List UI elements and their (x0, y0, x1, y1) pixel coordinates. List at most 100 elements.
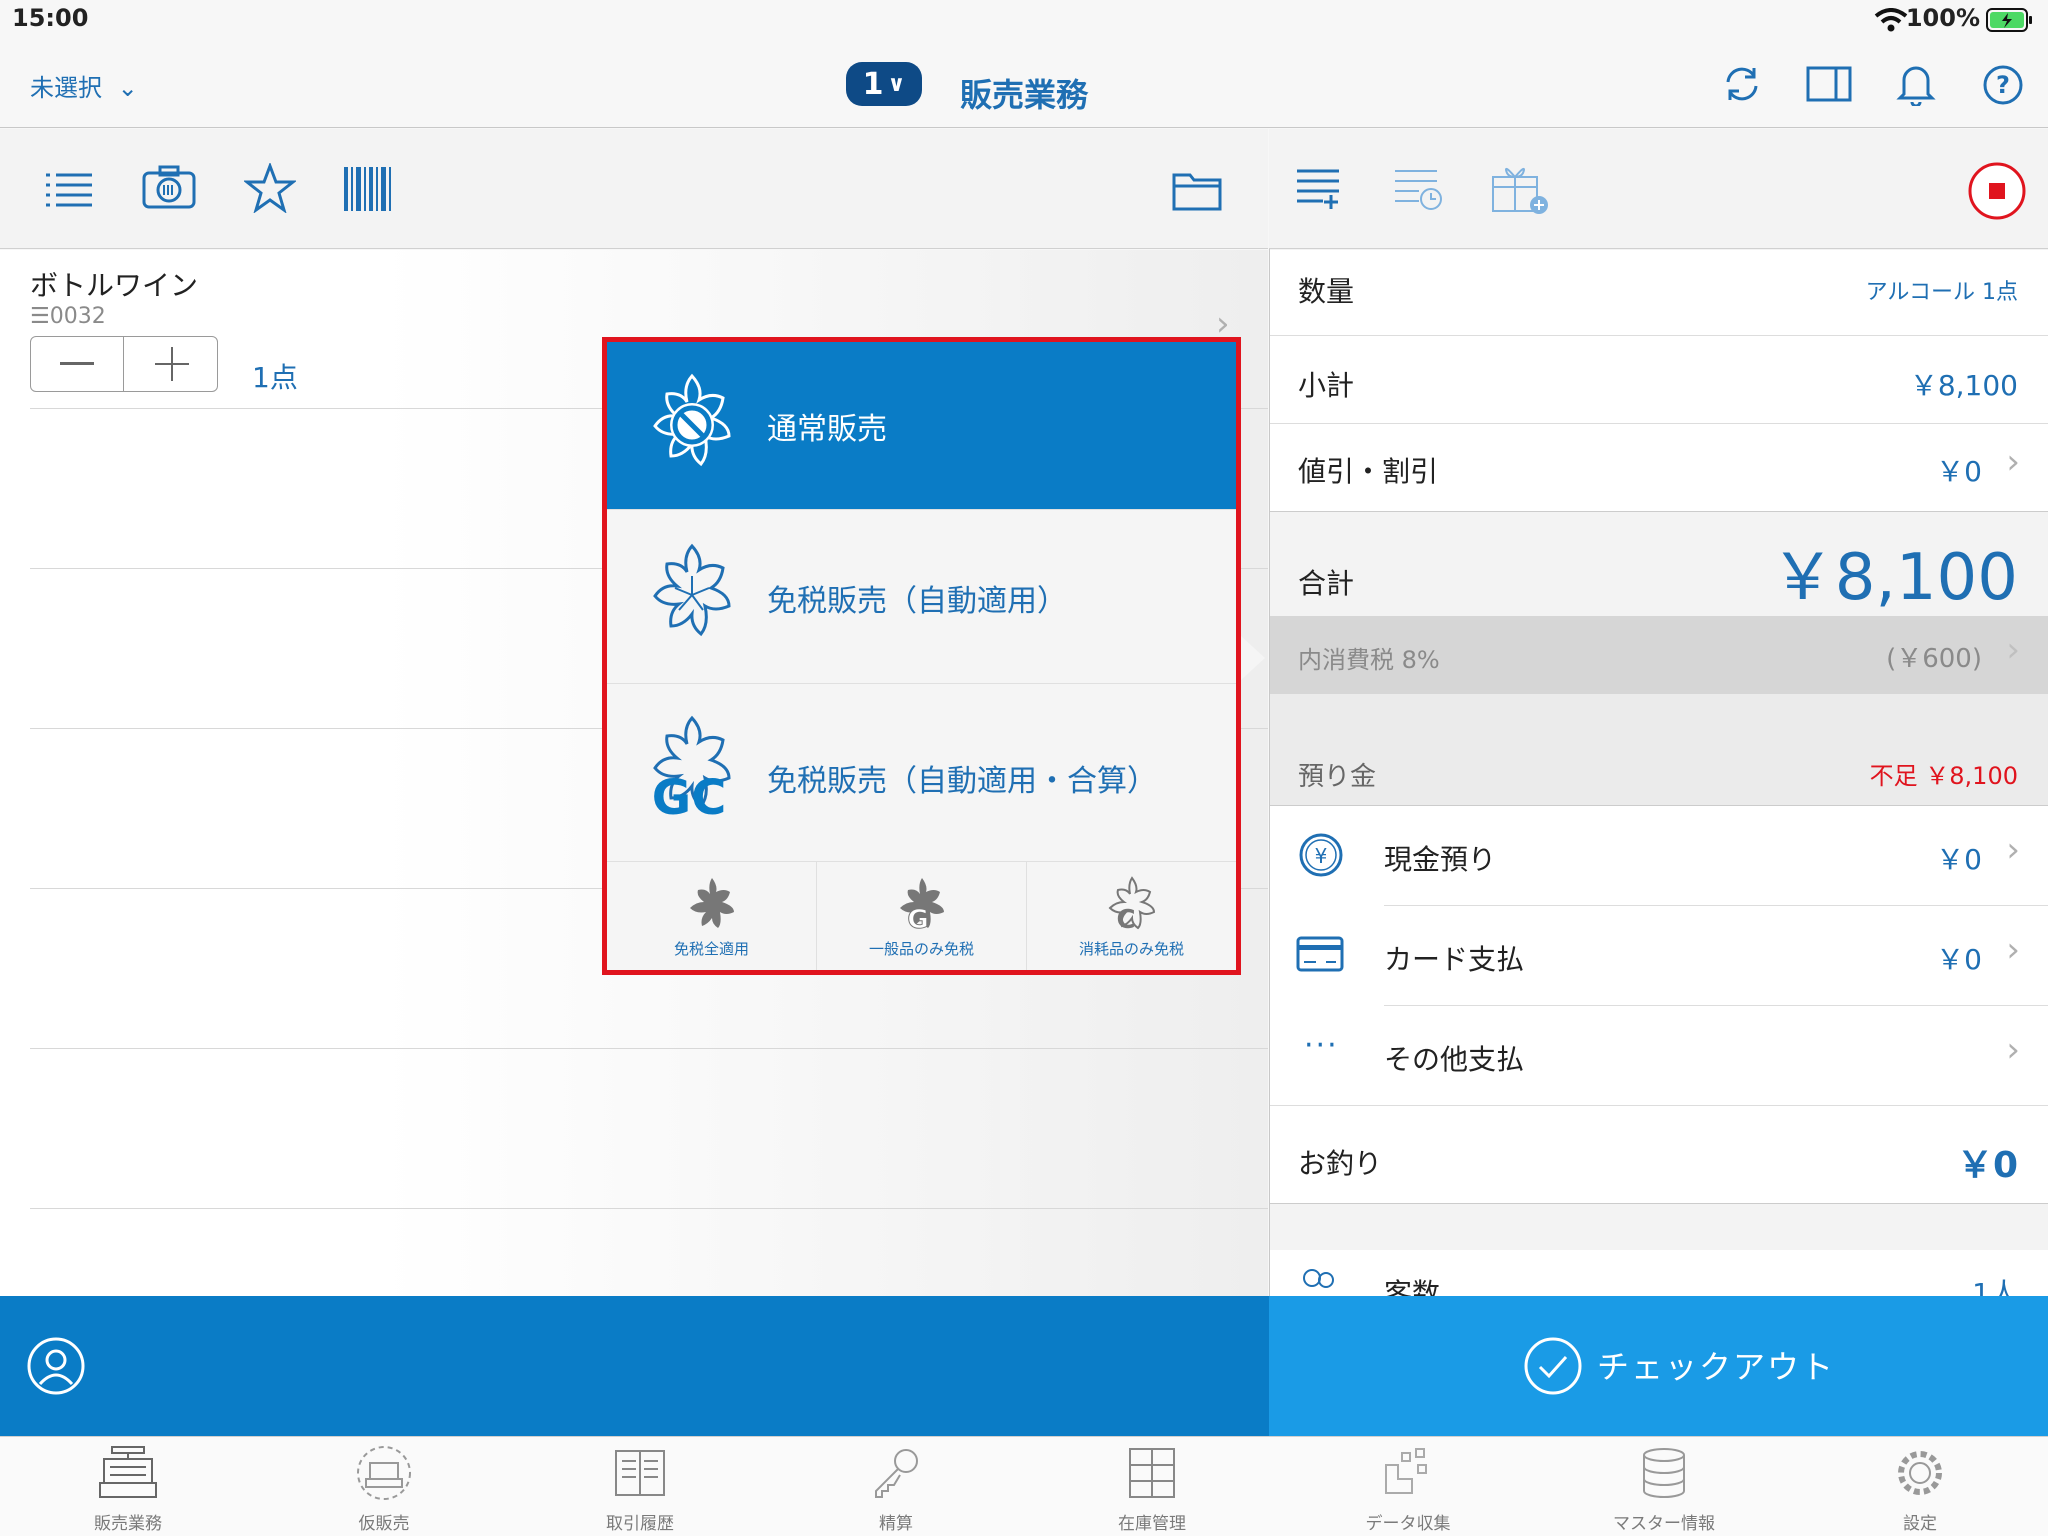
tax-row[interactable]: 内消費税 8% (￥600) › (1270, 616, 2048, 694)
customer-icon[interactable] (26, 1336, 86, 1396)
tab-sales[interactable]: 販売業務 (0, 1437, 256, 1536)
card-value: ￥0 (1936, 943, 1982, 976)
tab-temp-sales[interactable]: 仮販売 (256, 1437, 512, 1536)
discount-value: ￥0 (1936, 455, 1982, 488)
checkout-button[interactable]: チェックアウト (1269, 1296, 2048, 1436)
history-list-icon[interactable] (1393, 165, 1443, 211)
customers-row[interactable]: 客数 1人 (1270, 1250, 2048, 1296)
sub-option-label: 一般品のみ免税 (868, 940, 974, 958)
tab-label: 仮販売 (358, 1514, 410, 1534)
quantity-label: 数量 (1298, 275, 1355, 308)
popover-arrow (1241, 636, 1265, 680)
status-time: 15:00 (12, 4, 89, 32)
no-tax-free-icon (653, 373, 731, 467)
quantity-stepper (30, 336, 218, 392)
sakura-c-icon: C (1108, 876, 1156, 932)
sub-option-label: 免税全適用 (673, 940, 749, 958)
option-tax-free-auto[interactable]: 免税販売（自動適用） (607, 510, 1236, 684)
total-value: ￥8,100 (1770, 541, 2018, 615)
list-divider (30, 1048, 1268, 1049)
gift-add-icon[interactable] (1489, 161, 1549, 215)
tab-label: 精算 (879, 1514, 913, 1534)
tab-settings[interactable]: 設定 (1792, 1437, 2048, 1536)
bell-icon[interactable] (1896, 60, 1936, 106)
sync-icon[interactable] (1720, 62, 1764, 106)
list-divider (30, 1208, 1268, 1209)
tab-label: マスター情報 (1613, 1514, 1715, 1534)
cart-item-name[interactable]: ボトルワイン (30, 264, 198, 304)
app-header: 未選択 ⌄ 1 ∨ 販売業務 ? (0, 40, 2048, 128)
other-payment-label: その他支払 (1384, 1043, 1525, 1076)
tab-settlement[interactable]: 精算 (768, 1437, 1024, 1536)
other-payment-row[interactable]: ··· その他支払 › (1270, 1006, 2048, 1106)
register-number: 1 (862, 66, 884, 102)
discount-row[interactable]: 値引・割引 ￥0 › (1270, 424, 2048, 512)
card-label: カード支払 (1384, 943, 1525, 976)
chevron-right-icon: › (2006, 930, 2020, 970)
chevron-right-icon: › (2006, 1030, 2020, 1070)
option-label: 免税販売（自動適用・合算） (767, 764, 1157, 799)
star-icon[interactable] (244, 163, 296, 213)
list-icon[interactable] (44, 169, 94, 209)
line-items-add-icon[interactable] (1295, 165, 1341, 211)
tab-label: 取引履歴 (606, 1514, 674, 1534)
store-selector-label: 未選択 (30, 74, 102, 102)
register-icon (99, 1446, 157, 1498)
tab-master[interactable]: マスター情報 (1536, 1437, 1792, 1536)
option-label: 通常販売 (767, 412, 887, 447)
chevron-down-icon: ∨ (887, 71, 906, 97)
chevron-right-icon: › (2006, 630, 2020, 670)
chevron-right-icon: › (2006, 830, 2020, 870)
checkout-label: チェックアウト (1597, 1348, 1836, 1386)
split-view-icon[interactable] (1806, 66, 1852, 102)
register-selector[interactable]: 1 ∨ (846, 62, 922, 106)
battery-percent: 100% (1905, 4, 1980, 32)
help-icon[interactable]: ? (1982, 64, 2024, 106)
store-selector[interactable]: 未選択 ⌄ (30, 68, 138, 103)
gear-icon (1898, 1451, 1942, 1495)
change-row: お釣り ￥0 (1270, 1106, 2048, 1204)
subtotal-value: ￥8,100 (1909, 369, 2018, 402)
decrement-button[interactable] (31, 337, 124, 391)
svg-text:GC: GC (652, 770, 727, 826)
increment-button[interactable] (125, 337, 218, 391)
sub-option-consumables[interactable]: C 消耗品のみ免税 (1027, 862, 1236, 970)
check-circle-icon (1524, 1337, 1582, 1395)
quantity-row: 数量 アルコール 1点 (1270, 250, 2048, 336)
tab-transactions[interactable]: 取引履歴 (512, 1437, 768, 1536)
battery-icon (1986, 8, 2032, 32)
folder-icon[interactable] (1172, 169, 1222, 211)
barcode-icon[interactable] (344, 167, 394, 211)
more-icon: ··· (1304, 1028, 1339, 1063)
tab-inventory[interactable]: 在庫管理 (1024, 1437, 1280, 1536)
status-bar: 15:00 100% (0, 0, 2048, 40)
tab-label: 販売業務 (94, 1514, 162, 1534)
discount-label: 値引・割引 (1298, 455, 1439, 488)
option-tax-free-combined[interactable]: GC 免税販売（自動適用・合算） (607, 684, 1236, 862)
customer-bar (0, 1296, 1269, 1436)
sub-option-all[interactable]: 免税全適用 (607, 862, 817, 970)
sakura-icon (653, 543, 731, 637)
cash-label: 現金預り (1384, 843, 1497, 876)
option-normal-sale[interactable]: 通常販売 (607, 342, 1236, 510)
minus-icon (60, 362, 94, 365)
chevron-down-icon: ⌄ (117, 74, 138, 102)
subtotal-label: 小計 (1298, 369, 1355, 402)
tab-label: データ収集 (1365, 1514, 1451, 1534)
cart-item-code: ☰0032 (30, 304, 106, 329)
credit-card-icon (1296, 936, 1344, 972)
cabinet-icon (1129, 1448, 1175, 1498)
tab-data-collection[interactable]: データ収集 (1280, 1437, 1536, 1536)
tax-label: 内消費税 8% (1298, 646, 1440, 674)
subtotal-row: 小計 ￥8,100 (1270, 336, 2048, 424)
list-glyph-icon: ☰ (30, 304, 50, 329)
sub-option-general[interactable]: G 一般品のみ免税 (817, 862, 1027, 970)
cash-row[interactable]: ¥ 現金預り ￥0 › (1270, 806, 2048, 906)
card-row[interactable]: カード支払 ￥0 › (1270, 906, 2048, 1006)
left-toolbar (0, 129, 1268, 249)
camera-barcode-icon[interactable] (142, 165, 196, 209)
change-value: ￥0 (1956, 1145, 2018, 1186)
cart-item-code-value: 0032 (49, 304, 106, 329)
stop-icon[interactable] (1967, 161, 2027, 221)
sakura-g-icon: G (900, 878, 944, 932)
